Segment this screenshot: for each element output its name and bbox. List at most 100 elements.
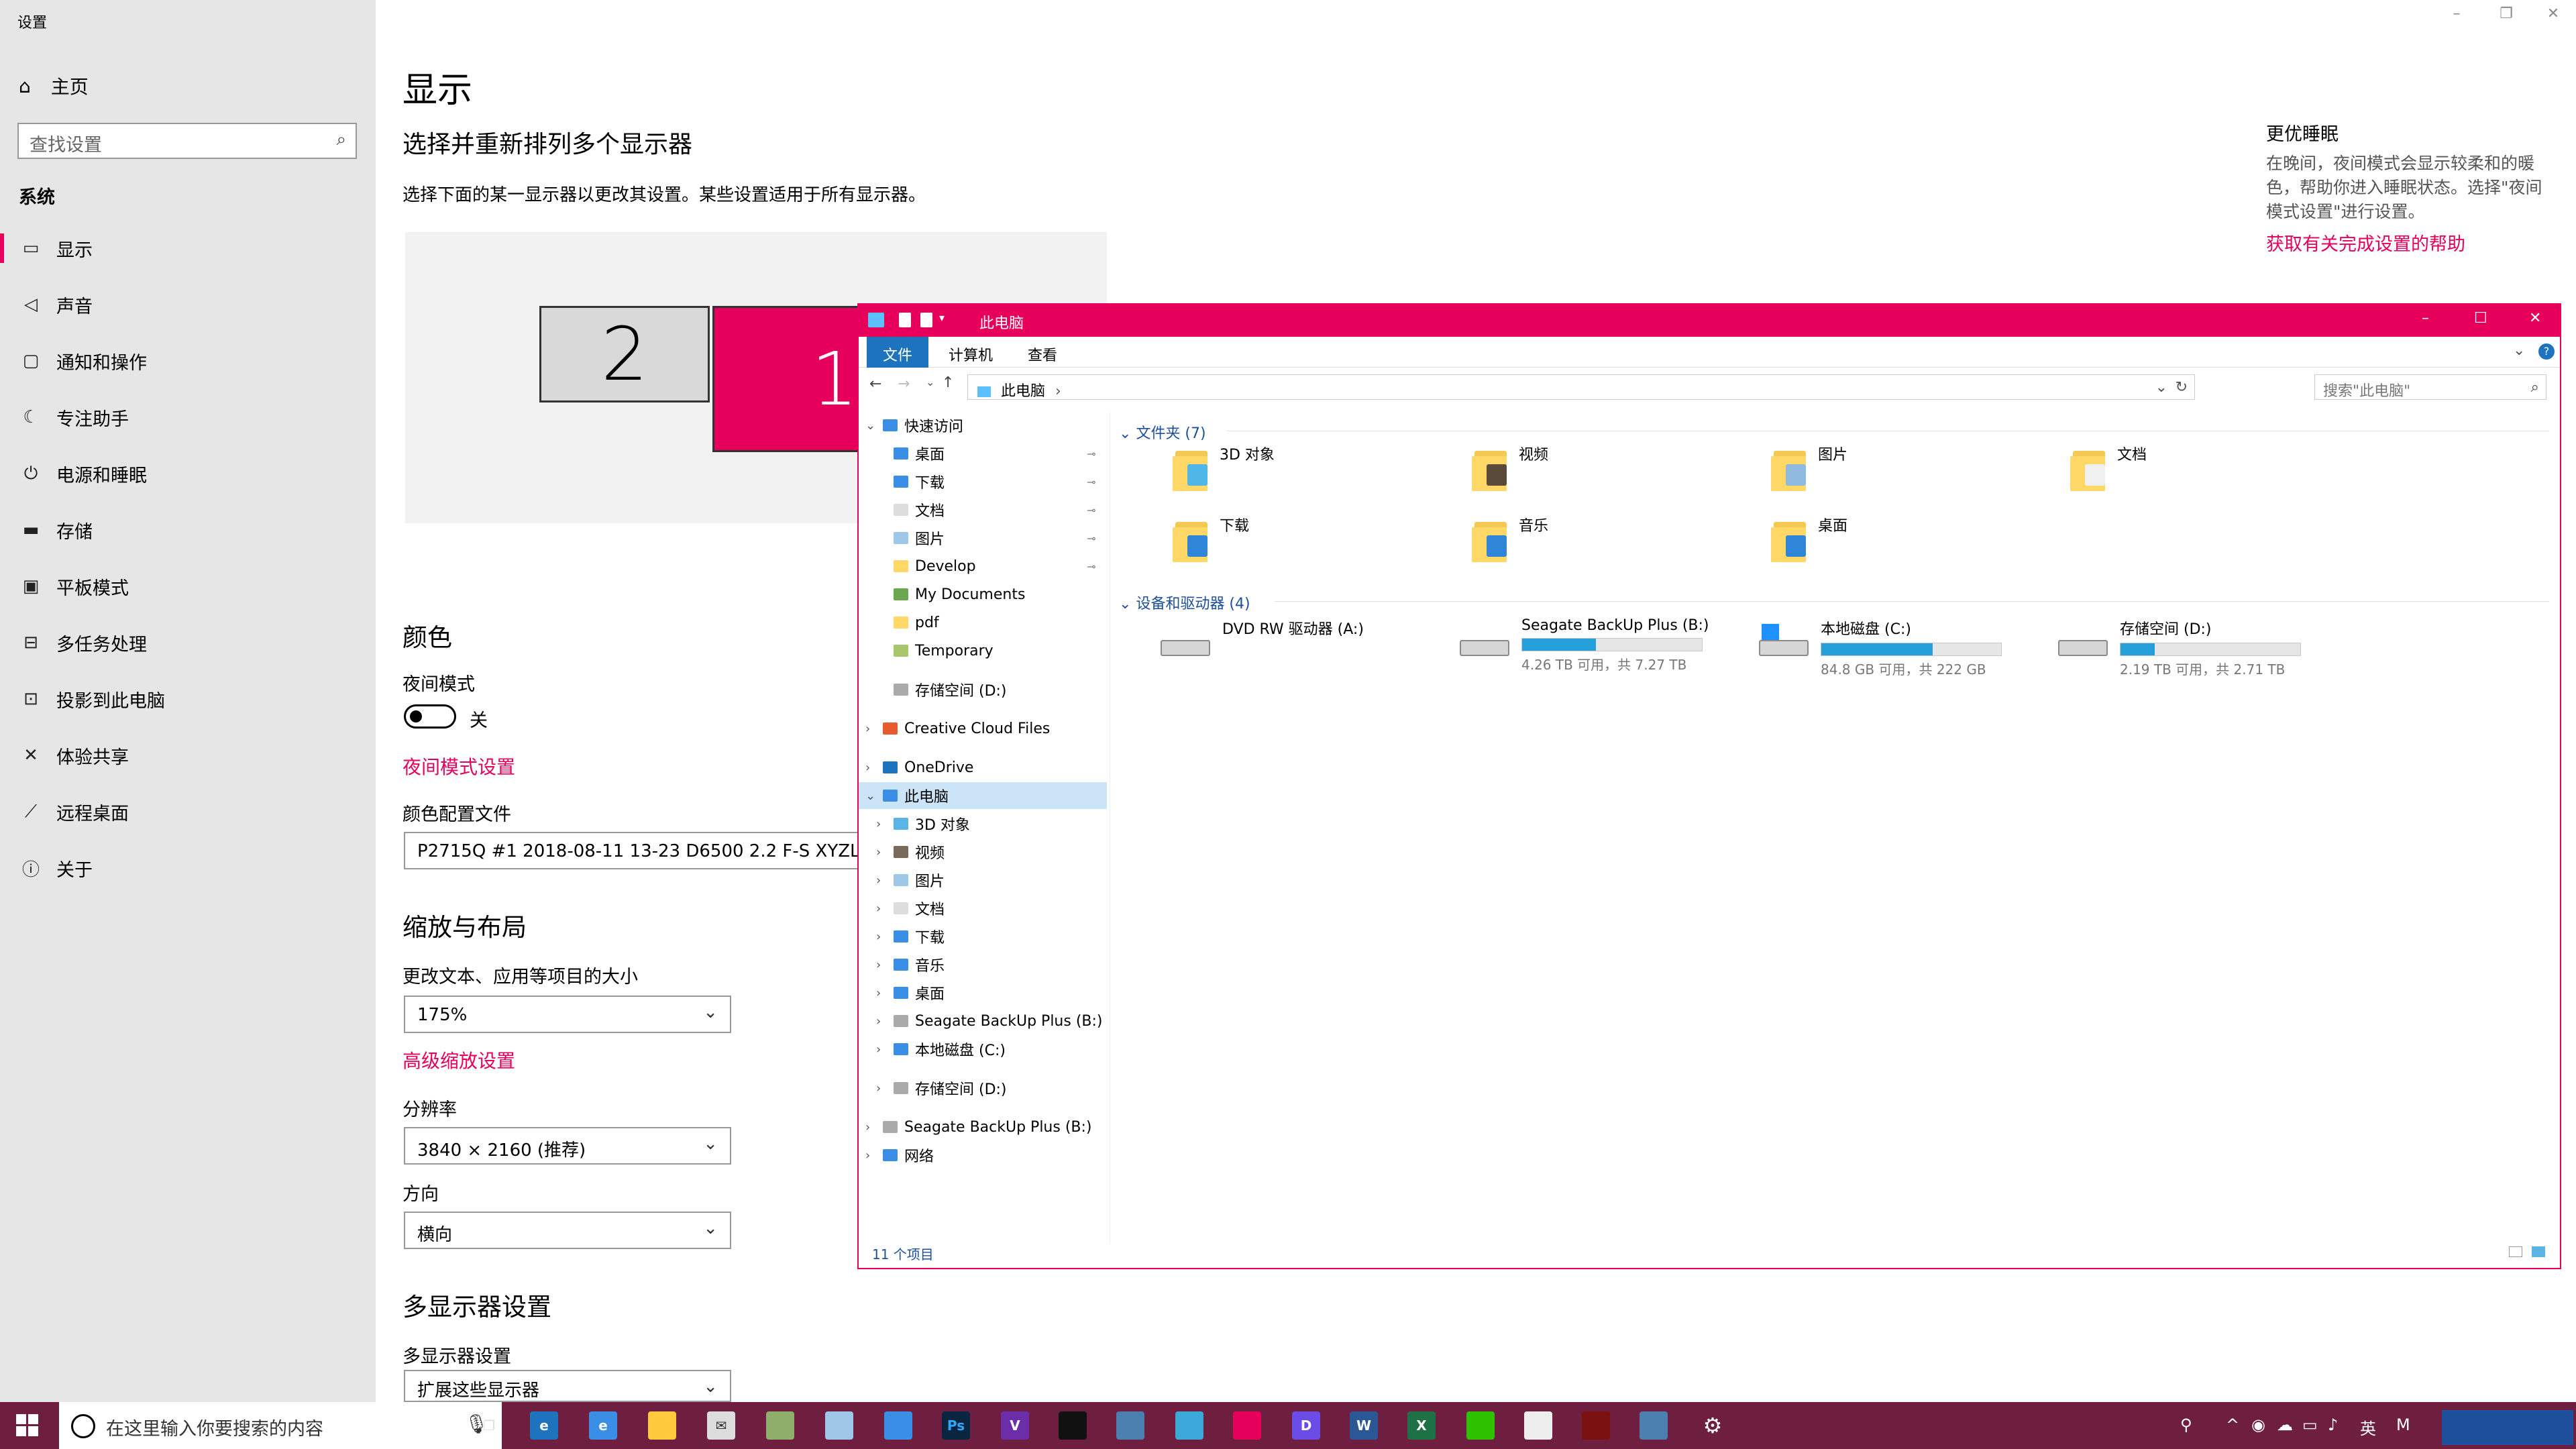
tray-app-icon[interactable]: ◉ [2251, 1415, 2265, 1434]
tree-item[interactable]: › 下载 [876, 923, 945, 950]
word-icon[interactable]: W [1350, 1411, 1378, 1440]
chevron-right-icon[interactable]: › [865, 1148, 870, 1163]
tray-expand-icon[interactable]: ^ [2226, 1415, 2239, 1434]
advanced-scale-link[interactable]: 高级缩放设置 [402, 1046, 515, 1073]
drive-item[interactable]: 本地磁盘 (C:) 84.8 GB 可用，共 222 GB [1759, 617, 2002, 678]
tree-item[interactable]: › 存储空间 (D:) [876, 1075, 1007, 1102]
tree-item[interactable]: › 3D 对象 [876, 810, 970, 837]
sidebar-item[interactable]: ⊟ 多任务处理 [0, 616, 376, 669]
chevron-right-icon[interactable]: › [876, 902, 881, 916]
monitor-1[interactable]: 1 [712, 306, 873, 452]
chevron-right-icon[interactable]: › [876, 958, 881, 972]
explorer-maximize-button[interactable]: ☐ [2474, 310, 2487, 327]
tree-item[interactable]: 下载 ⊸ [894, 468, 1095, 495]
store-icon[interactable] [1175, 1411, 1203, 1440]
chevron-right-icon[interactable]: › [876, 817, 881, 831]
large-icons-view-icon[interactable] [2532, 1246, 2545, 1257]
chevron-right-icon[interactable]: › [876, 873, 881, 888]
start-button[interactable] [16, 1414, 39, 1437]
sidebar-item[interactable]: ⏻ 电源和睡眠 [0, 447, 376, 500]
folder-item[interactable]: 视频 [1472, 443, 1548, 491]
remote-app-icon[interactable] [884, 1411, 912, 1440]
tree-item[interactable]: 图片 ⊸ [894, 525, 1095, 551]
tree-item[interactable]: 桌面 ⊸ [894, 440, 1095, 467]
app-icon[interactable]: D [1292, 1411, 1320, 1440]
app-icon[interactable] [825, 1411, 853, 1440]
app-icon[interactable] [766, 1411, 794, 1440]
details-view-icon[interactable] [2509, 1246, 2522, 1257]
network-icon[interactable]: ▭ [2302, 1415, 2318, 1434]
tree-item[interactable]: › 本地磁盘 (C:) [876, 1036, 1006, 1063]
app-icon[interactable] [1582, 1411, 1610, 1440]
tree-item[interactable]: Temporary [894, 637, 994, 664]
tree-item[interactable]: › 图片 [876, 867, 945, 894]
monitor-2[interactable]: 2 [539, 306, 710, 402]
chevron-right-icon[interactable]: › [876, 1042, 881, 1057]
tree-item[interactable]: › Seagate BackUp Plus (B:) [865, 1114, 1092, 1140]
tree-item[interactable]: › 网络 [865, 1142, 934, 1169]
recent-locations-icon[interactable]: ⌄ [926, 376, 934, 388]
help-icon[interactable]: ? [2538, 343, 2555, 360]
back-arrow-icon[interactable]: ← [869, 376, 881, 392]
folder-item[interactable]: 音乐 [1472, 514, 1548, 562]
color-profile-dropdown[interactable]: P2715Q #1 2018-08-11 13-23 D6500 2.2 F-S… [404, 832, 873, 869]
refresh-icon[interactable]: ↻ [2176, 379, 2188, 396]
drive-item[interactable]: DVD RW 驱动器 (A:) [1161, 617, 1364, 661]
chevron-right-icon[interactable]: › [865, 1120, 870, 1134]
tree-item[interactable]: › 视频 [876, 839, 945, 865]
close-button[interactable]: ✕ [2533, 5, 2573, 22]
tree-item[interactable]: 存储空间 (D:) [894, 676, 1007, 703]
people-icon[interactable]: ⚲ [2180, 1415, 2192, 1434]
sidebar-item[interactable]: ◁ 声音 [0, 278, 376, 331]
restore-button[interactable]: ❐ [2486, 5, 2526, 22]
sidebar-item[interactable]: ▢ 通知和操作 [0, 334, 376, 388]
home-nav-item[interactable]: ⌂ 主页 [19, 72, 89, 99]
address-bar[interactable]: 此电脑 › ⌄ ↻ [967, 374, 2195, 400]
tree-item[interactable]: › 桌面 [876, 979, 945, 1006]
ie-icon[interactable]: e [589, 1411, 617, 1440]
app-icon[interactable] [1640, 1411, 1668, 1440]
drives-group-header[interactable]: ⌄ 设备和驱动器 (4) [1119, 592, 1250, 613]
tree-item[interactable]: › Creative Cloud Files [865, 715, 1050, 742]
tree-item[interactable]: › 音乐 [876, 951, 945, 978]
help-link[interactable]: 获取有关完成设置的帮助 [2266, 229, 2465, 256]
folder-item[interactable]: 3D 对象 [1173, 443, 1275, 491]
edge-icon[interactable]: e [530, 1411, 558, 1440]
customize-toolbar-icon[interactable]: ▾ [939, 311, 945, 324]
calendar-icon[interactable] [1524, 1411, 1552, 1440]
tab-file[interactable]: 文件 [867, 337, 929, 368]
multi-display-dropdown[interactable]: 扩展这些显示器 ⌄ [404, 1370, 731, 1402]
breadcrumb-chevron-icon[interactable]: › [1055, 383, 1061, 400]
folder-item[interactable]: 下载 [1173, 514, 1249, 562]
language-indicator[interactable]: 英 [2360, 1415, 2376, 1439]
resolution-dropdown[interactable]: 3840 × 2160 (推荐) ⌄ [404, 1127, 731, 1165]
properties-icon[interactable] [899, 313, 911, 327]
chevron-right-icon[interactable]: › [876, 986, 881, 1000]
excel-icon[interactable]: X [1407, 1411, 1436, 1440]
chevron-right-icon[interactable]: › [865, 761, 870, 775]
ime-indicator[interactable]: M [2396, 1415, 2410, 1434]
expand-ribbon-icon[interactable]: ⌄ [2513, 342, 2525, 359]
search-input[interactable]: 查找设置 ⌕ [17, 123, 357, 159]
night-mode-settings-link[interactable]: 夜间模式设置 [402, 753, 515, 780]
visual-studio-icon[interactable]: V [1001, 1411, 1029, 1440]
sidebar-item[interactable]: ⊡ 投影到此电脑 [0, 672, 376, 726]
onedrive-tray-icon[interactable]: ☁ [2277, 1415, 2293, 1434]
up-arrow-icon[interactable]: ↑ [942, 374, 954, 391]
tree-item[interactable]: pdf [894, 609, 939, 636]
tree-item[interactable]: › OneDrive [865, 754, 973, 781]
chevron-right-icon[interactable]: › [876, 845, 881, 859]
folder-item[interactable]: 文档 [2070, 443, 2147, 491]
wechat-icon[interactable] [1466, 1411, 1495, 1440]
sidebar-item[interactable]: ⟋ 远程桌面 [0, 785, 376, 839]
mail-icon[interactable]: ✉ [707, 1411, 735, 1440]
sidebar-item[interactable]: ▭ 显示 [0, 221, 376, 275]
orientation-dropdown[interactable]: 横向 ⌄ [404, 1212, 731, 1249]
chevron-right-icon[interactable]: › [865, 722, 870, 736]
tree-item[interactable]: › 文档 [876, 895, 945, 922]
chevron-down-icon[interactable]: ⌄ [865, 789, 875, 803]
drive-item[interactable]: 存储空间 (D:) 2.19 TB 可用，共 2.71 TB [2058, 617, 2301, 678]
tree-item[interactable]: › Seagate BackUp Plus (B:) [876, 1008, 1103, 1034]
sidebar-item[interactable]: ⓘ 关于 [0, 841, 376, 895]
folder-item[interactable]: 图片 [1771, 443, 1847, 491]
